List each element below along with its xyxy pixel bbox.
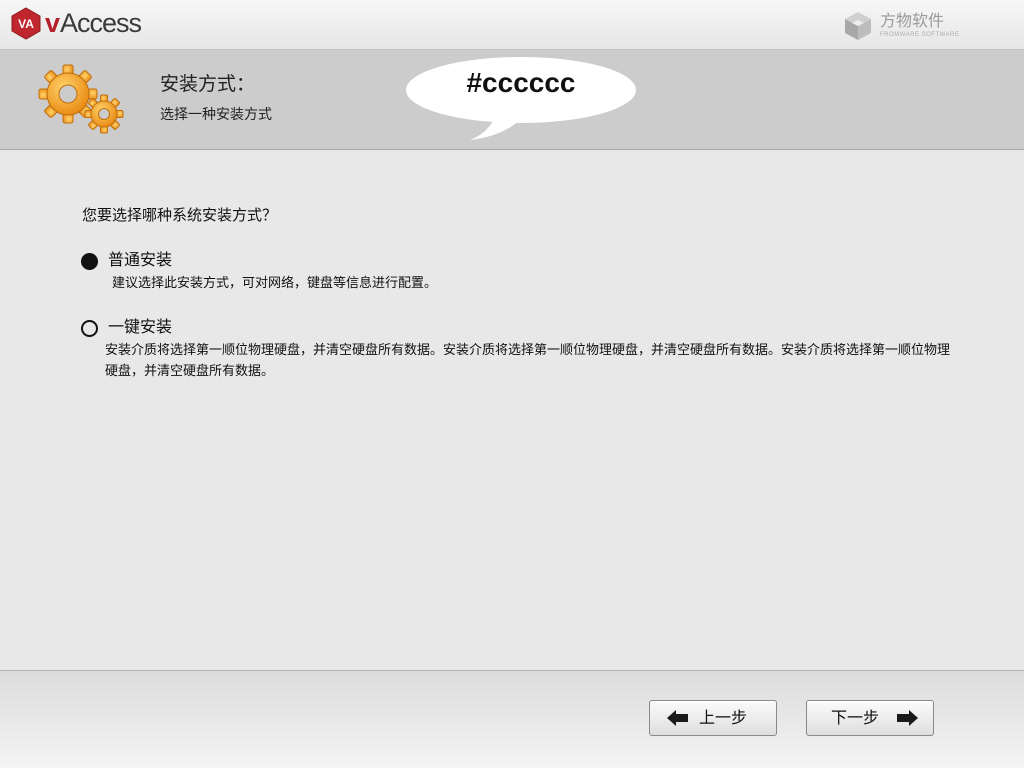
next-step-label: 下一步: [831, 708, 880, 727]
title-bar: VA vAccess 方物软件 FROMWARE SOFTWARE: [0, 0, 1024, 50]
vaccess-logo-icon: VA: [11, 7, 41, 40]
previous-step-button[interactable]: 上一步: [649, 700, 777, 736]
install-mode-panel: 您要选择哪种系统安装方式？ 普通安装 建议选择此安装方式，可对网络，键盘等信息进…: [0, 151, 1024, 670]
option-normal-description: 建议选择此安装方式，可对网络，键盘等信息进行配置。: [112, 276, 438, 291]
vendor-subtitle: FROMWARE SOFTWARE: [880, 32, 960, 38]
install-question: 您要选择哪种系统安装方式？: [82, 206, 278, 224]
vendor-logo: 方物软件 FROMWARE SOFTWARE: [844, 11, 984, 41]
arrow-right-icon: [897, 710, 918, 726]
step-header: 安装方式： 选择一种安装方式 #cccccc: [0, 50, 1024, 150]
wizard-footer: 上一步 下一步: [0, 670, 1024, 768]
step-title: 安装方式：: [160, 73, 256, 95]
speech-bubble-text: #cccccc: [466, 67, 576, 98]
previous-step-label: 上一步: [699, 708, 748, 727]
logo-text: VA: [18, 17, 34, 31]
vendor-name: 方物软件: [880, 11, 945, 30]
app-name-rest: Access: [60, 8, 142, 38]
gears-icon: [38, 64, 124, 134]
step-subtitle: 选择一种安装方式: [160, 107, 272, 123]
app-name: vAccess: [45, 6, 142, 40]
radio-normal-install[interactable]: [81, 253, 98, 270]
vendor-cube-icon: [845, 12, 871, 40]
option-normal-label[interactable]: 普通安装: [108, 249, 172, 271]
radio-onekey-install[interactable]: [81, 320, 98, 337]
next-step-button[interactable]: 下一步: [806, 700, 934, 736]
app-name-prefix: v: [45, 8, 61, 38]
option-onekey-label[interactable]: 一键安装: [108, 316, 172, 338]
option-onekey-description: 安装介质将选择第一顺位物理硬盘，并清空硬盘所有数据。安装介质将选择第一顺位物理硬…: [105, 343, 951, 379]
arrow-left-icon: [667, 710, 688, 726]
